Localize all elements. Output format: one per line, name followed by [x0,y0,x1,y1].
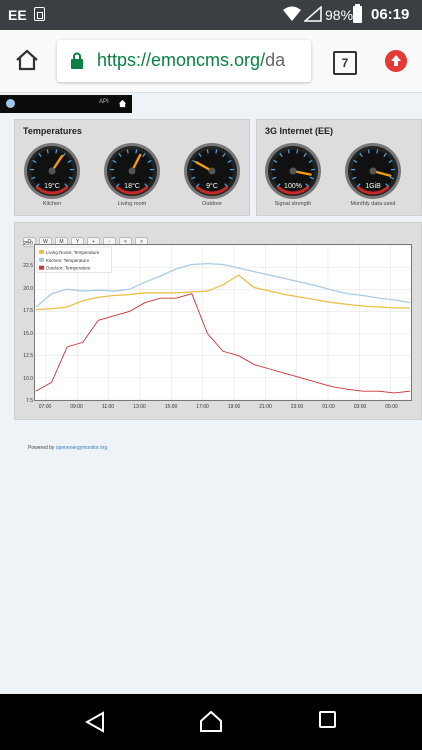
internet-panel: 3G Internet (EE) 100% Signal strength 1G… [256,119,422,216]
y-tick-label: 12.5 [23,353,33,360]
carrier-label: EE [8,7,27,23]
y-tick-label: 15.0 [23,330,33,337]
dashboard-home-icon[interactable] [118,99,127,108]
gauge-label: Monthly data used [350,201,396,207]
y-tick-label: 7.5 [26,398,33,404]
y-tick-label: 17.5 [23,308,33,315]
panel-title: 3G Internet (EE) [265,126,334,136]
sim-icon [34,7,45,21]
home-icon[interactable] [14,47,40,73]
tab-switcher-button[interactable]: 7 [333,51,357,75]
android-navigation-bar [0,694,422,750]
gauge-label: Signal strength [274,201,312,207]
gauge-value: 19°C [44,183,60,190]
panel-title: Temperatures [23,126,82,136]
y-tick-label: 20.0 [23,285,33,292]
x-tick-label: 11:00 [101,404,115,410]
footer: Powered by openenergymonitor.org [28,445,107,451]
x-tick-label: 23:00 [290,404,304,410]
gauge-dial-icon [265,143,321,199]
monthly-data-gauge [344,142,402,200]
clock: 06:19 [371,6,410,23]
gauge-value: 9°C [206,183,218,190]
gauge-dial-icon [184,143,240,199]
gauge-dial-icon [104,143,160,199]
wifi-icon [283,6,301,21]
gauge-value: 100% [284,183,302,190]
series-line [35,274,411,311]
api-link[interactable]: API [99,99,109,105]
back-icon[interactable] [85,711,105,733]
legend-label: Kitchen: Temperature [46,258,90,263]
gauge-label: Living room [117,201,147,207]
kitchen-gauge [23,142,81,200]
emoncms-navbar: API [0,95,132,113]
legend: Living Room: Temperature Kitchen: Tempera… [36,246,112,273]
legend-swatch [38,257,44,262]
x-tick-label: 13:00 [133,404,146,410]
x-tick-label: 21:00 [259,404,272,410]
gauge-value: 18°C [124,183,140,190]
signal-icon [304,6,322,22]
address-bar[interactable]: https://emoncms.org/da [57,40,311,82]
gauge-dial-icon [345,143,401,199]
lock-icon [71,52,83,69]
x-tick-label: 03:00 [353,404,367,410]
outdoor-gauge [183,142,241,200]
gauge-value: 1GiB [365,183,381,190]
gauge-label: Outdoor [202,201,222,207]
url-host: https://emoncms.org/ [97,50,266,70]
x-tick-label: 05:00 [385,404,398,410]
y-tick-label: 25.0 [23,241,33,247]
temperatures-panel: Temperatures 19°C Kitchen 18°C Living ro… [14,119,250,216]
url-text: https://emoncms.org/da [97,50,285,71]
x-tick-label: 09:00 [70,404,83,410]
y-tick-label: 10.0 [23,375,33,382]
url-path: da [265,50,286,70]
footer-text: Powered by [28,445,56,451]
battery-icon [353,4,362,23]
legend-label: Living Room: Temperature [46,250,100,255]
legend-label: Outdoor: Temperature [46,266,91,271]
footer-link[interactable]: openenergymonitor.org [56,445,107,451]
x-tick-label: 19:00 [227,404,241,410]
y-tick-label: 22.5 [23,263,33,270]
x-tick-label: 17:00 [196,404,209,410]
legend-swatch [38,249,44,254]
emoncms-logo-icon[interactable] [6,99,15,108]
gauge-dial-icon [24,143,80,199]
battery-percentage: 98% [325,7,354,23]
x-tick-label: 01:00 [322,404,335,410]
home-button-icon[interactable] [199,709,223,733]
x-tick-label: 07:00 [38,404,52,410]
living-room-gauge [103,142,161,200]
signal-strength-gauge [264,142,322,200]
x-tick-label: 15:00 [164,404,178,410]
line-chart[interactable]: Living Room: Temperature Kitchen: Tempera… [34,244,412,401]
update-icon[interactable] [385,50,407,72]
status-bar: EE 98% 06:19 [0,0,422,30]
recents-icon[interactable] [319,711,336,728]
gauge-label: Kitchen [42,201,62,207]
browser-toolbar: https://emoncms.org/da 7 [0,30,422,93]
legend-swatch [38,265,44,270]
temperature-graph-panel: D W M Y + - < > Living Room: Temperature Kitchen… [14,222,422,420]
